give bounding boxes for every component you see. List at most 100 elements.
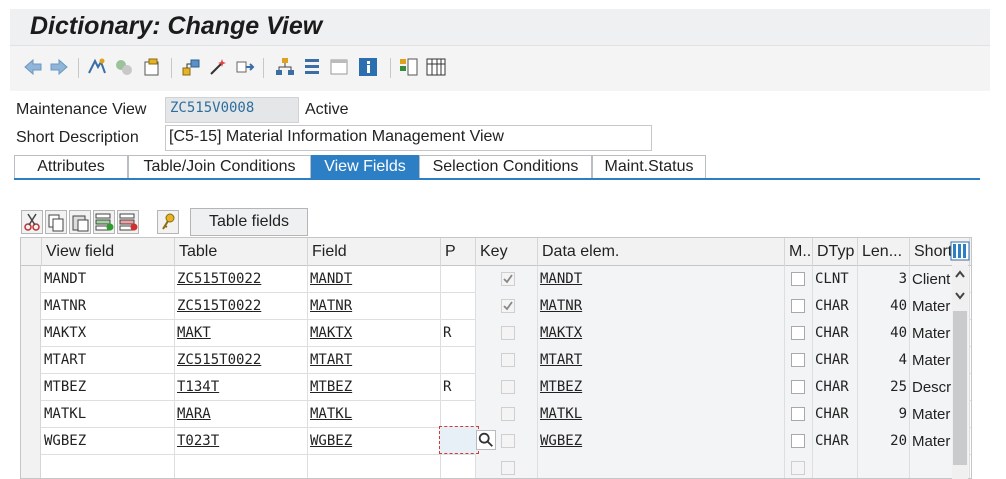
key-checkbox[interactable] [501, 272, 515, 286]
cell-p[interactable]: R [441, 374, 476, 401]
header-view-field[interactable]: View field [42, 238, 175, 266]
paste-icon[interactable] [69, 210, 91, 234]
tab-maint-status[interactable]: Maint.Status [592, 155, 706, 178]
layout-icon[interactable] [398, 56, 420, 78]
cell-data-elem[interactable]: MATKL [538, 401, 785, 428]
key-checkbox[interactable] [501, 461, 515, 475]
cell-dtyp[interactable]: CHAR [813, 320, 858, 347]
display-change-icon[interactable] [113, 56, 135, 78]
navigation-window-icon[interactable] [234, 56, 256, 78]
cell-dtyp[interactable]: CHAR [813, 293, 858, 320]
display-window-icon[interactable] [328, 56, 350, 78]
key-icon[interactable] [157, 210, 179, 234]
table-row[interactable]: MTART ZC515T0022 MTART MTART CHAR 4 Mater [21, 347, 971, 374]
m-checkbox[interactable] [791, 326, 805, 340]
cell-field[interactable]: MANDT [308, 266, 441, 293]
cell-field[interactable]: MAKTX [308, 320, 441, 347]
vertical-scrollbar[interactable] [952, 265, 968, 479]
short-description-field[interactable]: [C5-15] Material Information Management … [165, 125, 652, 151]
row-selector-header[interactable] [21, 238, 42, 266]
header-dtyp[interactable]: DTyp [813, 238, 858, 266]
cell-view-field[interactable]: MANDT [42, 266, 175, 293]
cell-key[interactable] [476, 266, 538, 293]
where-used-icon[interactable] [180, 56, 202, 78]
cell-view-field[interactable] [42, 455, 175, 478]
cell-p[interactable]: R [441, 320, 476, 347]
cell-key[interactable] [476, 401, 538, 428]
cell-key[interactable] [476, 455, 538, 478]
row-selector[interactable] [21, 455, 41, 478]
key-checkbox[interactable] [501, 326, 515, 340]
cell-view-field[interactable]: MATKL [42, 401, 175, 428]
m-checkbox[interactable] [791, 461, 805, 475]
cell-field[interactable]: MATNR [308, 293, 441, 320]
cell-len[interactable]: 9 [858, 401, 910, 428]
row-selector[interactable] [21, 428, 41, 455]
cell-field[interactable]: MTBEZ [308, 374, 441, 401]
object-list-icon[interactable] [301, 56, 323, 78]
m-checkbox[interactable] [791, 434, 805, 448]
cell-m[interactable] [785, 266, 813, 293]
forward-icon[interactable] [48, 56, 70, 78]
cell-table[interactable]: ZC515T0022 [175, 266, 308, 293]
m-checkbox[interactable] [791, 299, 805, 313]
cell-data-elem[interactable] [538, 455, 785, 478]
header-table[interactable]: Table [175, 238, 308, 266]
cell-table[interactable]: ZC515T0022 [175, 347, 308, 374]
cell-dtyp[interactable]: CLNT [813, 266, 858, 293]
scroll-thumb[interactable] [953, 311, 967, 465]
cell-field[interactable]: MTART [308, 347, 441, 374]
tab-selection-conditions[interactable]: Selection Conditions [419, 155, 592, 178]
cell-dtyp[interactable]: CHAR [813, 401, 858, 428]
cell-data-elem[interactable]: WGBEZ [538, 428, 785, 455]
header-m[interactable]: M.. [785, 238, 813, 266]
cell-p[interactable] [441, 347, 476, 374]
table-fields-button[interactable]: Table fields [190, 208, 308, 236]
cell-view-field[interactable]: MTART [42, 347, 175, 374]
key-checkbox[interactable] [501, 434, 515, 448]
m-checkbox[interactable] [791, 380, 805, 394]
table-row[interactable]: WGBEZT023TWGBEZRWGBEZCHAR20Mater [21, 428, 971, 455]
cell-view-field[interactable]: WGBEZ [42, 428, 175, 455]
maintenance-view-field[interactable]: ZC515V0008 [165, 97, 299, 123]
cell-p[interactable] [441, 266, 476, 293]
table-row[interactable]: MAKTX MAKT MAKTX R MAKTX CHAR 40 Mater [21, 320, 971, 347]
cell-m[interactable] [785, 293, 813, 320]
magic-wand-icon[interactable] [207, 56, 229, 78]
scroll-up-icon[interactable] [954, 269, 966, 279]
row-selector[interactable] [21, 347, 41, 374]
tab-table-join-conditions[interactable]: Table/Join Conditions [128, 155, 311, 178]
cell-m[interactable] [785, 401, 813, 428]
cell-dtyp[interactable]: CHAR [813, 374, 858, 401]
tab-attributes[interactable]: Attributes [14, 155, 128, 178]
table-settings-icon[interactable] [950, 241, 970, 261]
key-checkbox[interactable] [501, 299, 515, 313]
cell-table[interactable]: MAKT [175, 320, 308, 347]
key-checkbox[interactable] [501, 380, 515, 394]
cell-key[interactable] [476, 347, 538, 374]
cell-len[interactable]: 20 [858, 428, 910, 455]
m-checkbox[interactable] [791, 272, 805, 286]
cell-table[interactable]: ZC515T0022 [175, 293, 308, 320]
hierarchy-icon[interactable] [274, 56, 296, 78]
copy-icon[interactable] [45, 210, 67, 234]
row-selector[interactable] [21, 266, 41, 293]
cell-field[interactable]: WGBEZ [308, 428, 441, 455]
cell-table[interactable]: T023T [175, 428, 308, 455]
cell-view-field[interactable]: MTBEZ [42, 374, 175, 401]
row-selector[interactable] [21, 401, 41, 428]
other-object-icon[interactable] [86, 56, 108, 78]
scroll-down-icon[interactable] [954, 291, 966, 301]
cell-len[interactable]: 40 [858, 320, 910, 347]
row-selector[interactable] [21, 293, 41, 320]
cell-key[interactable] [476, 320, 538, 347]
cell-len[interactable] [858, 455, 910, 478]
header-length[interactable]: Len... [858, 238, 910, 266]
cell-data-elem[interactable]: MTBEZ [538, 374, 785, 401]
header-p[interactable]: P [441, 238, 476, 266]
delete-row-icon[interactable] [117, 210, 139, 234]
cell-data-elem[interactable]: MANDT [538, 266, 785, 293]
cell-p[interactable] [441, 455, 476, 478]
cell-view-field[interactable]: MAKTX [42, 320, 175, 347]
cell-p[interactable] [441, 293, 476, 320]
